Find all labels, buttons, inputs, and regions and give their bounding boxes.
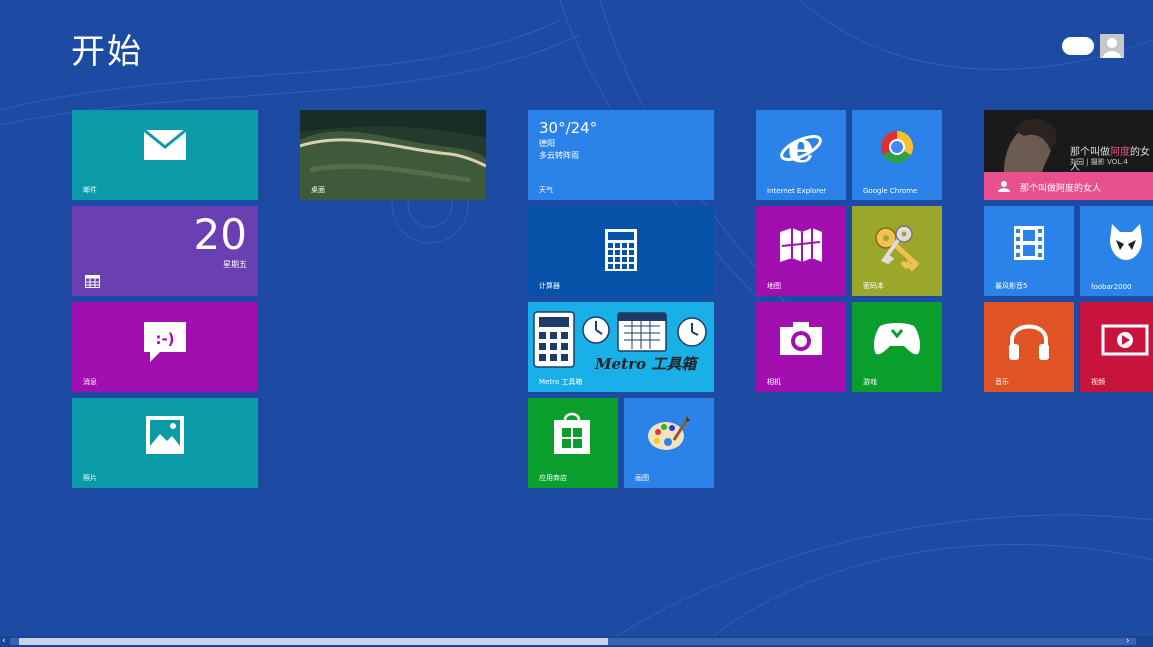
scroll-thumb[interactable] — [19, 638, 608, 645]
scroll-right-icon[interactable]: › — [1126, 636, 1130, 647]
tile-metro-toolbox[interactable]: Metro 工具箱 Metro 工具箱 — [528, 302, 714, 392]
desktop-wallpaper-image — [300, 110, 486, 200]
weather-condition: 多云转阵雨 — [539, 151, 579, 160]
envelope-icon — [142, 128, 188, 162]
alien-icon — [1108, 222, 1144, 262]
tile-mail[interactable]: 邮件 — [72, 110, 258, 200]
tile-label: 密码本 — [863, 282, 884, 290]
tile-paint[interactable]: 画图 — [624, 398, 714, 488]
tile-label: 桌面 — [311, 186, 325, 194]
user-account[interactable] — [1062, 34, 1124, 58]
svg-text:e: e — [788, 124, 815, 170]
tile-label: 应用商店 — [539, 474, 567, 482]
tile-weather[interactable]: 30°/24° 德阳 多云转阵雨 天气 — [528, 110, 714, 200]
tile-label: 计算器 — [539, 282, 560, 290]
calendar-grid-icon — [84, 274, 100, 288]
tile-label: foobar2000 — [1091, 283, 1132, 291]
tile-store[interactable]: 应用商店 — [528, 398, 618, 488]
tile-label: 暴风影音5 — [995, 282, 1028, 290]
tile-video-player[interactable]: 暴风影音5 — [984, 206, 1074, 296]
ad-subtitle: 刘园 | 摄影 VOL.4 — [1070, 158, 1128, 166]
tile-label: 游戏 — [863, 378, 877, 386]
tile-maps[interactable]: 地图 — [756, 206, 846, 296]
user-name — [1062, 37, 1094, 55]
tile-featured-ad[interactable]: 那个叫做阿度的女人 刘园 | 摄影 VOL.4 那个叫做阿度的女人 — [984, 110, 1153, 200]
tile-calculator[interactable]: 计算器 — [528, 206, 714, 296]
tile-photos[interactable]: 照片 — [72, 398, 258, 488]
tile-google-chrome[interactable]: Google Chrome — [852, 110, 942, 200]
tile-label: 音乐 — [995, 378, 1009, 386]
tile-label: Metro 工具箱 — [539, 378, 583, 386]
smiley-chat-icon: :-) — [142, 320, 188, 364]
user-avatar-icon — [1100, 34, 1124, 58]
headphones-icon — [1007, 318, 1051, 362]
chrome-icon — [879, 129, 915, 165]
calendar-weekday: 星期五 — [223, 260, 247, 269]
ad-band-text: 那个叫做阿度的女人 — [1020, 184, 1102, 194]
tile-label: 天气 — [539, 186, 553, 194]
palette-icon — [646, 414, 690, 454]
horizontal-scrollbar[interactable]: ‹ › — [0, 636, 1153, 647]
tile-label: Internet Explorer — [767, 187, 827, 195]
ad-band: 那个叫做阿度的女人 — [984, 172, 1153, 200]
keys-icon — [870, 220, 924, 272]
tile-label: 照片 — [83, 474, 97, 482]
tile-label: 邮件 — [83, 186, 97, 194]
tile-label: 消息 — [83, 378, 97, 386]
scroll-left-icon[interactable]: ‹ — [2, 636, 6, 647]
svg-text::-): :-) — [155, 330, 174, 348]
tile-music[interactable]: 音乐 — [984, 302, 1074, 392]
tile-keys[interactable]: 密码本 — [852, 206, 942, 296]
tile-label: 画图 — [635, 474, 649, 482]
weather-city: 德阳 — [539, 139, 555, 148]
weather-temperature: 30°/24° — [539, 119, 598, 137]
tile-desktop[interactable]: 桌面 — [300, 110, 486, 200]
toolbox-overlay-text: Metro 工具箱 — [595, 355, 697, 373]
page-title: 开始 — [71, 32, 143, 72]
tile-games[interactable]: 游戏 — [852, 302, 942, 392]
user-icon — [998, 181, 1010, 192]
tile-foobar[interactable]: foobar2000 — [1080, 206, 1153, 296]
folded-map-icon — [778, 226, 824, 264]
play-icon — [1101, 324, 1149, 356]
game-controller-icon — [872, 322, 922, 356]
internet-explorer-icon: e — [778, 124, 824, 170]
tile-label: Google Chrome — [863, 187, 918, 195]
tile-label: 相机 — [767, 378, 781, 386]
shopping-bag-icon — [552, 410, 592, 456]
tile-calendar[interactable]: 20 星期五 — [72, 206, 258, 296]
calculator-icon — [604, 228, 638, 272]
tile-label: 地图 — [767, 282, 781, 290]
calendar-day: 20 — [193, 210, 247, 259]
tile-video[interactable]: 视频 — [1080, 302, 1153, 392]
camera-icon — [779, 320, 823, 356]
tile-camera[interactable]: 相机 — [756, 302, 846, 392]
landscape-photo-icon — [144, 415, 186, 455]
film-icon — [1010, 224, 1048, 262]
tile-internet-explorer[interactable]: e Internet Explorer — [756, 110, 846, 200]
tile-label: 视频 — [1091, 378, 1105, 386]
tile-messaging[interactable]: :-) 消息 — [72, 302, 258, 392]
